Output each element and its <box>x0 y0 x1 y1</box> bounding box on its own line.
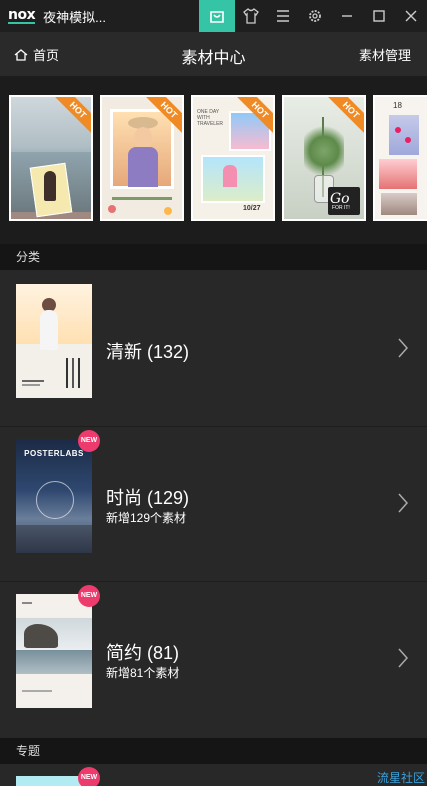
menu-icon[interactable] <box>267 0 299 32</box>
carousel-item[interactable]: HOT <box>100 95 184 221</box>
carousel-caption: FOR IT! <box>332 205 350 211</box>
carousel-item[interactable]: 18 <box>373 95 427 221</box>
chevron-right-icon <box>398 648 409 668</box>
category-thumbnail <box>16 594 92 708</box>
chevron-right-icon <box>398 338 409 358</box>
close-icon[interactable] <box>395 0 427 32</box>
settings-icon[interactable] <box>299 0 331 32</box>
shirt-icon[interactable] <box>235 0 267 32</box>
title-bar: nox 夜神模拟... <box>0 0 427 32</box>
category-subtitle: 新增129个素材 <box>106 511 187 525</box>
watermark-text: 流星社区 <box>376 771 425 785</box>
thumbnail-text: POSTERLABS <box>24 449 84 458</box>
category-row-fresh[interactable]: 清新 (132) <box>0 270 427 426</box>
category-subtitle: 新增81个素材 <box>106 666 180 680</box>
carousel-item[interactable]: Go FOR IT! HOT <box>282 95 366 221</box>
carousel-item[interactable]: ONE DAY WITH TRAVELER 10/27 HOT <box>191 95 275 221</box>
shopping-bag-icon[interactable] <box>199 0 235 32</box>
material-manage-button[interactable]: 素材管理 <box>359 45 411 64</box>
app-header: 首页 素材中心 素材管理 <box>0 32 427 76</box>
section-label-category: 分类 <box>0 244 427 270</box>
category-title: 时尚 (129) <box>106 488 190 508</box>
minimize-icon[interactable] <box>331 0 363 32</box>
new-badge: NEW <box>78 767 100 786</box>
carousel-date: 10/27 <box>243 205 261 212</box>
carousel-item[interactable]: HOT <box>9 95 93 221</box>
carousel-caption: 18 <box>393 101 402 110</box>
category-thumbnail <box>16 284 92 398</box>
nox-logo: nox <box>8 7 36 24</box>
featured-carousel[interactable]: HOT HOT ONE DAY WITH TRAVELER 10/27 HOT … <box>0 76 427 244</box>
hot-badge: HOT <box>49 97 91 139</box>
new-badge: NEW <box>78 585 100 607</box>
category-title: 简约 (81) <box>106 643 180 663</box>
maximize-icon[interactable] <box>363 0 395 32</box>
carousel-caption: TRAVELER <box>197 121 224 127</box>
window-title: 夜神模拟... <box>43 9 106 25</box>
category-title: 清新 (132) <box>106 342 190 362</box>
category-row-fashion[interactable]: POSTERLABS NEW 时尚 (129) 新增129个素材 <box>0 427 427 583</box>
new-badge: NEW <box>78 430 100 452</box>
chevron-right-icon <box>398 493 409 513</box>
section-label-topics: 专题 <box>0 738 427 764</box>
category-row-simple[interactable]: NEW 简约 (81) 新增81个素材 <box>0 582 427 738</box>
category-thumbnail: POSTERLABS <box>16 439 92 553</box>
topic-row[interactable]: NEW <box>0 764 427 786</box>
